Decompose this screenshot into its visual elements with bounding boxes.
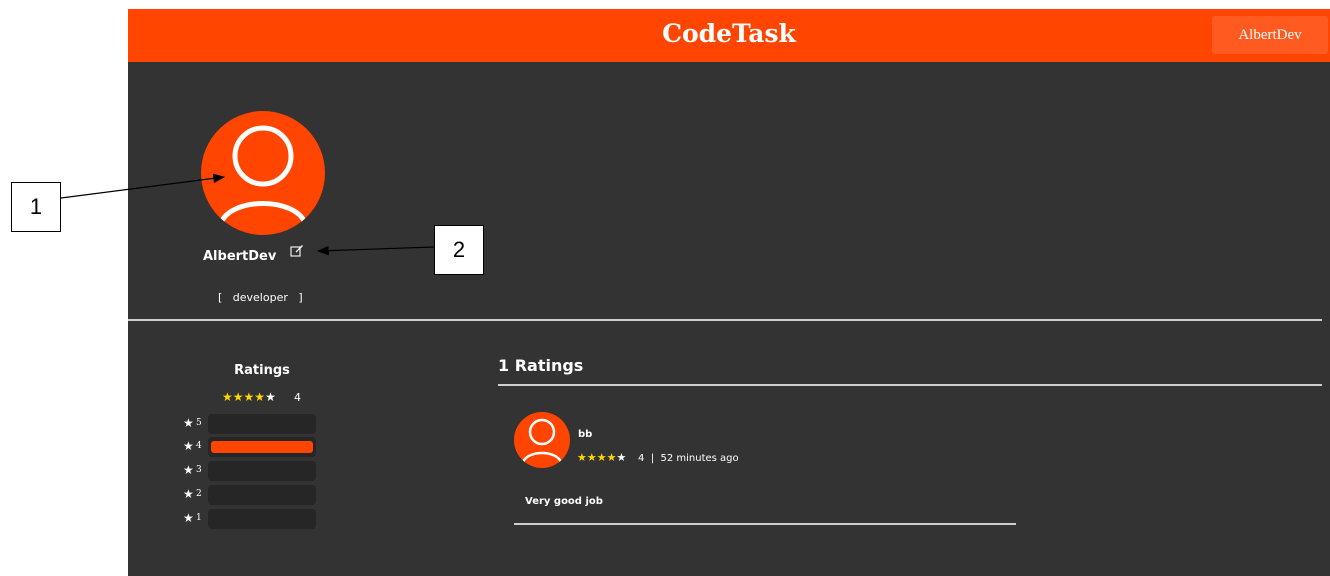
star-icon: ★ [183, 487, 194, 501]
brand-title: CodeTask [662, 19, 796, 48]
callout-1: 1 [11, 182, 61, 232]
rating-bar-track [208, 414, 316, 434]
star-icon: ★ [183, 463, 194, 477]
edit-icon[interactable] [290, 244, 304, 258]
rating-level-label: 5 [196, 418, 202, 428]
profile-username: AlbertDev [203, 249, 277, 264]
review-divider [514, 523, 1016, 525]
rating-bar-1: ★ 1 [183, 509, 318, 529]
ratings-summary-title: Ratings [234, 363, 290, 378]
user-menu-button[interactable]: AlbertDev [1212, 16, 1328, 54]
review-time: 52 minutes ago [660, 453, 739, 464]
star-filled-icon: ★ [254, 390, 266, 404]
profile-role: [ developer ] [218, 291, 303, 304]
average-rating-stars: ★★★★★ [222, 390, 276, 404]
review-meta: 4 | 52 minutes ago [638, 453, 739, 464]
star-filled-icon: ★ [243, 390, 255, 404]
section-divider [128, 319, 1322, 321]
reviews-count-title: 1 Ratings [498, 356, 584, 375]
rating-bar-track [208, 485, 316, 505]
star-filled-icon: ★ [586, 451, 597, 464]
rating-bar-track [208, 509, 316, 529]
rating-bar-2: ★ 2 [183, 485, 318, 505]
star-icon: ★ [183, 439, 194, 453]
review-stars: ★★★★★ [577, 451, 626, 464]
rating-bar-track [208, 437, 316, 457]
rating-level-label: 3 [196, 465, 202, 475]
reviews-divider [498, 384, 1322, 386]
user-avatar-icon[interactable] [201, 111, 325, 235]
rating-level-label: 1 [196, 513, 202, 523]
star-icon: ★ [183, 511, 194, 525]
meta-separator: | [644, 453, 661, 464]
rating-bar-3: ★ 3 [183, 461, 318, 481]
star-filled-icon: ★ [222, 390, 233, 404]
app-window: CodeTask AlbertDev AlbertDev [ developer… [128, 9, 1330, 576]
reviewer-name[interactable]: bb [578, 429, 592, 440]
rating-bar-track [208, 461, 316, 481]
star-empty-icon: ★ [616, 451, 627, 464]
star-filled-icon: ★ [596, 451, 607, 464]
star-filled-icon: ★ [606, 451, 617, 464]
rating-bar-4: ★ 4 [183, 437, 318, 457]
rating-bar-5: ★ 5 [183, 414, 318, 434]
review-comment: Very good job [525, 496, 603, 507]
rating-level-label: 4 [196, 441, 202, 451]
star-empty-icon: ★ [265, 390, 276, 404]
rating-bar-fill [211, 441, 313, 453]
star-filled-icon: ★ [232, 390, 244, 404]
callout-2: 2 [434, 225, 484, 275]
reviewer-avatar-icon[interactable] [514, 412, 570, 468]
star-filled-icon: ★ [577, 451, 587, 464]
rating-level-label: 2 [196, 489, 202, 499]
top-bar: CodeTask AlbertDev [128, 9, 1330, 62]
average-rating-value: 4 [294, 391, 301, 404]
star-icon: ★ [183, 416, 194, 430]
